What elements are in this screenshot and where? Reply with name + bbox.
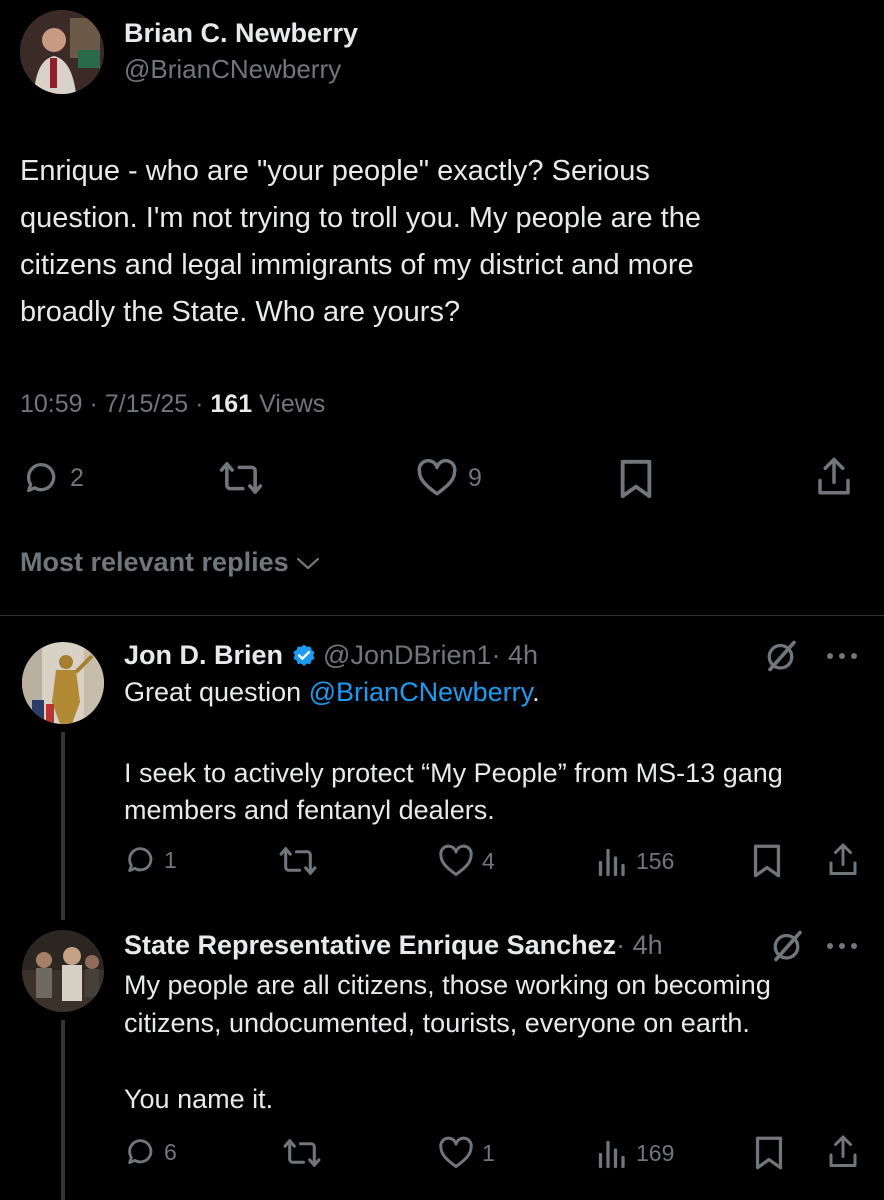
reply-icon [124, 1135, 158, 1169]
share-icon [814, 456, 854, 498]
like-icon [416, 458, 458, 498]
reply2-author-name[interactable]: State Representative Enrique Sanchez [124, 930, 616, 961]
reply1-more-icon[interactable] [822, 650, 862, 662]
analytics-icon [596, 1136, 626, 1170]
reply1-like-count: 4 [482, 847, 495, 874]
reply1-like-button[interactable]: 4 [438, 844, 495, 878]
reply1-views-count: 156 [636, 847, 675, 874]
reply2-views-count: 169 [636, 1139, 675, 1166]
main-retweet-button[interactable] [218, 458, 264, 498]
main-tweet-meta: 10:59 · 7/15/25 · 161 Views [20, 390, 325, 419]
reply1-header: Jon D. Brien @JonDBrien1 · 4h [124, 640, 538, 671]
reply1-retweet-button[interactable] [278, 844, 318, 878]
reply2-share-button[interactable] [826, 1134, 860, 1170]
replies-sort-dropdown[interactable]: Most relevant replies [20, 547, 321, 578]
reply1-text-prefix: Great question [124, 677, 309, 707]
share-icon [826, 842, 860, 878]
reply1-author-handle[interactable]: @JonDBrien1 [323, 640, 492, 671]
retweet-icon [278, 844, 318, 878]
main-reply-button[interactable]: 2 [22, 458, 84, 498]
replies-sort-label: Most relevant replies [20, 547, 289, 577]
reply1-mention-link[interactable]: @BrianCNewberry [309, 677, 532, 707]
bookmark-icon [618, 458, 654, 500]
verified-badge-icon [291, 643, 317, 669]
thread-connector-line [61, 1020, 65, 1200]
grok-analyze-button[interactable] [764, 638, 800, 674]
tweet-timestamp[interactable]: 10:59 · 7/15/25 · [20, 390, 210, 418]
reply2-header: State Representative Enrique Sanchez · 4… [124, 930, 663, 961]
like-icon [438, 1136, 474, 1170]
retweet-icon [282, 1136, 322, 1170]
reply1-text-suffix: . [532, 677, 540, 707]
reply1-bookmark-button[interactable] [752, 843, 782, 879]
views-count: 161 [210, 390, 253, 418]
reply2-like-count: 1 [482, 1139, 495, 1166]
section-divider [0, 615, 884, 616]
reply1-author-avatar[interactable] [22, 642, 104, 724]
reply1-timestamp[interactable]: · 4h [492, 640, 539, 671]
like-icon [438, 844, 474, 878]
reply2-body: My people are all citizens, those workin… [124, 970, 771, 1114]
reply1-reply-button[interactable]: 1 [124, 843, 177, 877]
bookmark-icon [754, 1135, 784, 1171]
views-label: Views [252, 390, 326, 418]
chevron-down-icon [295, 553, 321, 573]
analytics-icon [596, 844, 626, 878]
reply2-timestamp[interactable]: · 4h [616, 930, 663, 961]
share-icon [826, 1134, 860, 1170]
reply2-views-button[interactable]: 169 [596, 1136, 674, 1170]
main-author-avatar[interactable] [20, 10, 104, 94]
reply2-reply-count: 6 [164, 1138, 177, 1165]
reply2-bookmark-button[interactable] [754, 1135, 784, 1171]
reply1-share-button[interactable] [826, 842, 860, 878]
main-author-name[interactable]: Brian C. Newberry [124, 18, 358, 49]
reply2-retweet-button[interactable] [282, 1136, 322, 1170]
bookmark-icon [752, 843, 782, 879]
reply1-views-button[interactable]: 156 [596, 844, 674, 878]
retweet-icon [218, 458, 264, 498]
reply2-more-icon[interactable] [822, 940, 862, 952]
grok-analyze-button[interactable] [770, 928, 806, 964]
reply1-body: I seek to actively protect “My People” f… [124, 758, 783, 825]
main-reply-count: 2 [70, 463, 84, 492]
reply1-reply-count: 1 [164, 846, 177, 873]
reply2-author-avatar[interactable] [22, 930, 104, 1012]
main-tweet-text: Enrique - who are "your people" exactly?… [20, 155, 701, 328]
main-like-button[interactable]: 9 [416, 458, 482, 498]
thread-connector-line [61, 732, 65, 920]
main-share-button[interactable] [814, 456, 854, 498]
reply-icon [124, 843, 158, 877]
reply-icon [22, 458, 62, 498]
reply2-reply-button[interactable]: 6 [124, 1135, 177, 1169]
reply1-author-name[interactable]: Jon D. Brien [124, 640, 283, 671]
main-bookmark-button[interactable] [618, 458, 654, 500]
reply1-text-line1: Great question @BrianCNewberry. [124, 677, 540, 708]
main-author-handle[interactable]: @BrianCNewberry [124, 54, 341, 85]
reply2-like-button[interactable]: 1 [438, 1136, 495, 1170]
main-like-count: 9 [468, 463, 482, 492]
